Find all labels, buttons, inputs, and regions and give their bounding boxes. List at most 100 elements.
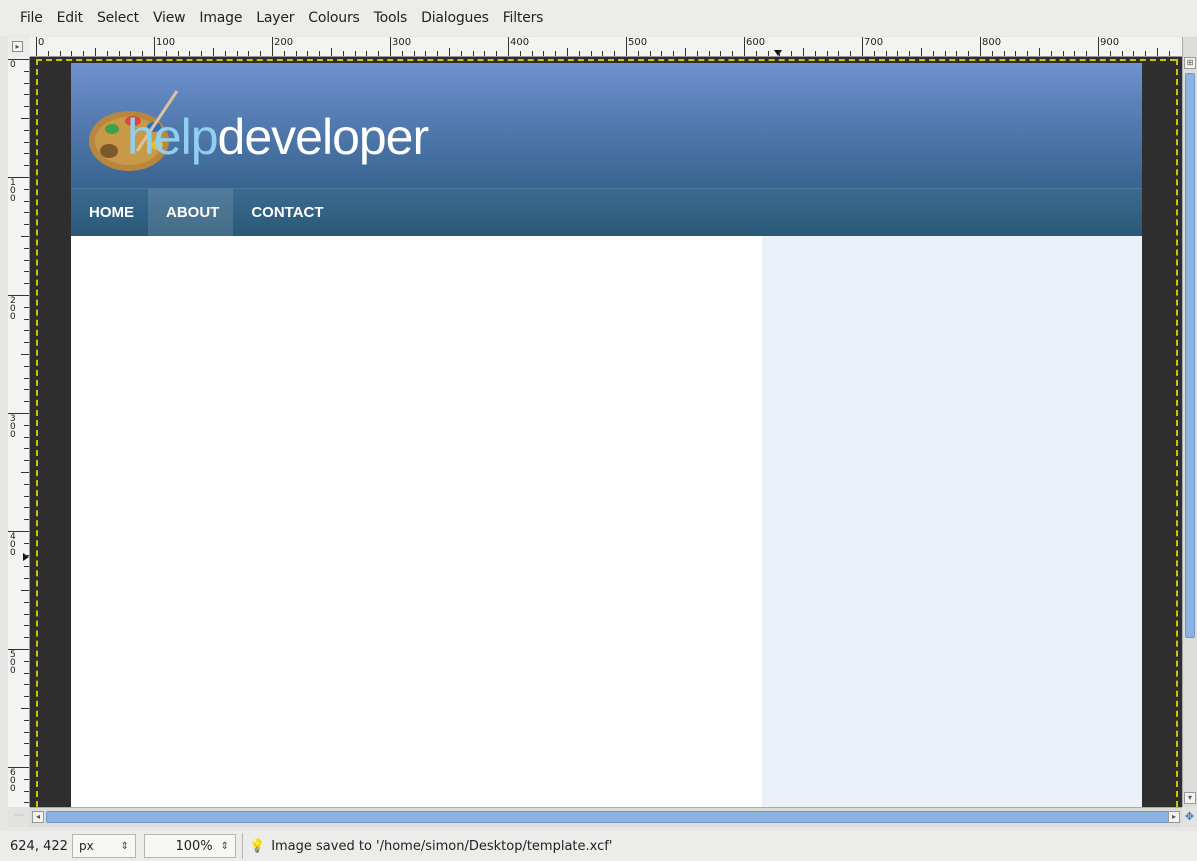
ruler-tick (838, 51, 840, 56)
ruler-label: 500 (628, 37, 648, 48)
menu-filters[interactable]: Filters (503, 10, 544, 26)
ruler-tick (472, 51, 474, 56)
scroll-down-button[interactable]: ▾ (1184, 792, 1196, 804)
ruler-tick (567, 48, 568, 56)
horizontal-scroll-thumb[interactable] (46, 811, 1170, 823)
ruler-tick (685, 48, 686, 56)
quick-menu-button[interactable]: ▸ (12, 41, 23, 52)
nav-item-contact[interactable]: CONTACT (233, 189, 337, 236)
unit-selector[interactable]: px ⇕ (72, 834, 136, 858)
ruler-tick (24, 790, 29, 792)
ruler-tick (1086, 51, 1088, 56)
ruler-tick (696, 51, 698, 56)
quick-mask-toggle[interactable]: ⋯ (8, 807, 30, 827)
ruler-tick (24, 424, 29, 426)
ruler-tick (1039, 48, 1040, 56)
ruler-tick (767, 51, 769, 56)
ruler-tick (390, 37, 391, 56)
scroll-right-button[interactable]: ▸ (1168, 811, 1180, 823)
ruler-tick (24, 70, 29, 72)
nav-item-home[interactable]: HOME (71, 189, 148, 236)
ruler-tick (342, 51, 344, 56)
ruler-tick (378, 51, 380, 56)
ruler-tick (24, 153, 29, 155)
ruler-tick (224, 51, 226, 56)
logo-help-text: help (127, 109, 219, 165)
menu-colours[interactable]: Colours (308, 10, 360, 26)
ruler-tick (24, 271, 29, 273)
ruler-tick (791, 51, 793, 56)
ruler-tick (873, 51, 875, 56)
lightbulb-icon: 💡 (249, 838, 266, 854)
ruler-tick (1121, 51, 1123, 56)
menu-image[interactable]: Image (199, 10, 242, 26)
ruler-tick (106, 51, 108, 56)
menu-file[interactable]: File (20, 10, 43, 26)
ruler-tick (543, 51, 545, 56)
ruler-tick (673, 51, 675, 56)
chevron-updown-icon: ⇕ (220, 840, 229, 852)
logo-developer-text: developer (217, 109, 430, 165)
navigate-icon[interactable]: ✥ (1182, 807, 1197, 827)
ruler-label: 100 (156, 37, 176, 48)
ruler-tick (980, 37, 981, 56)
ruler-tick (24, 483, 29, 485)
ruler-tick (1015, 51, 1017, 56)
ruler-tick (24, 330, 29, 332)
ruler-tick (24, 755, 29, 757)
ruler-tick (24, 719, 29, 721)
ruler-tick (1145, 51, 1147, 56)
ruler-tick (83, 51, 85, 56)
ruler-tick (968, 51, 970, 56)
ruler-tick (578, 51, 580, 56)
menu-layer[interactable]: Layer (256, 10, 294, 26)
vertical-ruler[interactable]: 0 100 200 300 400 500 600 (8, 57, 30, 807)
menu-dialogues[interactable]: Dialogues (421, 10, 489, 26)
vertical-scroll-thumb[interactable] (1185, 73, 1195, 638)
horizontal-scrollbar[interactable]: ◂ ▸ (30, 807, 1182, 827)
ruler-tick (991, 51, 993, 56)
ruler-tick (944, 51, 946, 56)
ruler-tick (24, 306, 29, 308)
ruler-tick (307, 51, 309, 56)
menu-view[interactable]: View (153, 10, 186, 26)
ruler-label: 700 (864, 37, 884, 48)
ruler-tick (154, 37, 155, 56)
logo-text: helpdeveloper (127, 107, 430, 167)
ruler-tick (236, 51, 238, 56)
ruler-tick (24, 94, 29, 96)
ruler-tick (803, 48, 804, 56)
site-sidebar (762, 236, 1142, 807)
image-canvas[interactable]: helpdeveloper HOME ABOUT CONTACT (30, 57, 1182, 807)
ruler-tick (177, 51, 179, 56)
ruler-tick (24, 495, 29, 497)
ruler-tick (921, 48, 922, 56)
canvas-boundary (36, 59, 38, 807)
ruler-tick (165, 51, 167, 56)
ruler-tick (425, 51, 427, 56)
ruler-tick (755, 51, 757, 56)
vertical-scrollbar[interactable]: ⊞ ▾ (1182, 37, 1197, 807)
zoom-toggle-button[interactable]: ⊞ (1184, 57, 1196, 69)
ruler-tick (354, 51, 356, 56)
menu-edit[interactable]: Edit (57, 10, 84, 26)
horizontal-ruler[interactable]: 0 100 200 300 400 500 600 700 800 900 (30, 37, 1182, 57)
ruler-tick (21, 118, 29, 119)
status-message-text: Image saved to '/home/simon/Desktop/temp… (271, 838, 613, 854)
ruler-tick (24, 566, 29, 568)
ruler-tick (24, 731, 29, 733)
zoom-selector[interactable]: 100% ⇕ (144, 834, 236, 858)
ruler-tick (531, 51, 533, 56)
site-nav: HOME ABOUT CONTACT (71, 188, 1142, 236)
ruler-tick (24, 129, 29, 131)
ruler-tick (779, 51, 781, 56)
chevron-updown-icon: ⇕ (120, 840, 129, 852)
ruler-tick (1003, 51, 1005, 56)
scroll-left-button[interactable]: ◂ (32, 811, 44, 823)
menu-tools[interactable]: Tools (374, 10, 408, 26)
nav-item-about[interactable]: ABOUT (148, 189, 234, 236)
ruler-tick (24, 613, 29, 615)
canvas-boundary (1176, 59, 1178, 807)
menu-select[interactable]: Select (97, 10, 139, 26)
menu-bar: File Edit Select View Image Layer Colours Tools… (0, 0, 1197, 36)
